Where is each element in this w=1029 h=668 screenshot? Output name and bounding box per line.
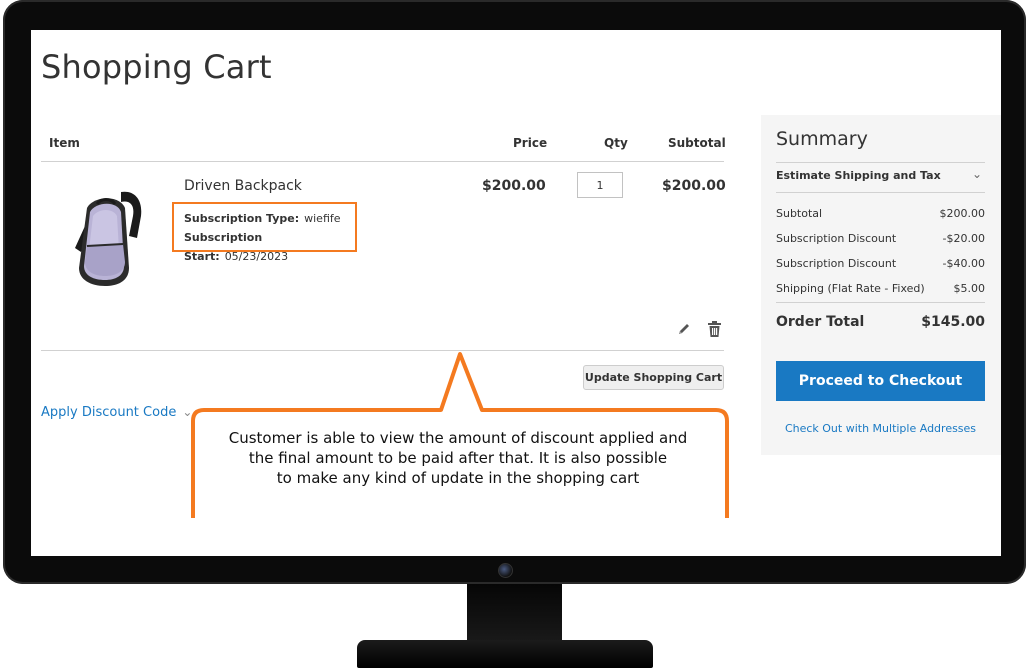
summary-row-label: Subscription Discount — [776, 232, 897, 245]
summary-row-amount: $200.00 — [939, 207, 986, 220]
summary-row-discount: Subscription Discount -$40.00 — [776, 257, 985, 270]
callout-text: Customer is able to view the amount of d… — [198, 428, 718, 488]
monitor-stand-neck — [467, 584, 562, 644]
summary-row-label: Shipping (Flat Rate - Fixed) — [776, 282, 925, 295]
callout-line: the final amount to be paid after that. … — [248, 449, 668, 467]
option-value: wiefife — [304, 212, 341, 225]
callout-line: to make any kind of update in the shoppi… — [276, 469, 640, 487]
multi-address-checkout-link[interactable]: Check Out with Multiple Addresses — [776, 422, 985, 435]
trash-icon[interactable] — [708, 321, 721, 337]
order-total-amount: $145.00 — [921, 314, 985, 330]
product-name-link[interactable]: Driven Backpack — [184, 178, 302, 194]
column-header-item: Item — [49, 136, 80, 150]
screen: Shopping Cart Item Price Qty Subtotal Dr… — [31, 30, 1001, 556]
summary-row-subtotal: Subtotal $200.00 — [776, 207, 985, 220]
column-header-subtotal: Subtotal — [668, 136, 726, 150]
summary-row-shipping: Shipping (Flat Rate - Fixed) $5.00 — [776, 282, 985, 295]
estimate-shipping-label: Estimate Shipping and Tax — [776, 169, 941, 182]
backpack-image[interactable] — [63, 186, 147, 290]
summary-divider — [776, 162, 985, 163]
webcam-icon — [498, 563, 513, 578]
pencil-icon[interactable] — [677, 322, 691, 336]
summary-divider — [776, 192, 985, 193]
column-header-price: Price — [513, 136, 548, 150]
monitor-stand-base — [357, 640, 653, 668]
header-divider — [41, 161, 724, 162]
page-title: Shopping Cart — [41, 48, 272, 86]
summary-row-amount: -$20.00 — [942, 232, 985, 245]
subscription-options: Subscription Type: wiefife Subscription S… — [172, 202, 357, 263]
option-subscription-type: Subscription Type: wiefife — [184, 209, 355, 228]
summary-row-label: Subscription Discount — [776, 257, 897, 270]
qty-input[interactable] — [577, 172, 623, 198]
summary-row-amount: $5.00 — [953, 282, 986, 295]
option-subscription-start: Subscription Start: 05/23/2023 — [184, 228, 355, 266]
apply-discount-label: Apply Discount Code — [41, 405, 177, 420]
summary-title: Summary — [776, 128, 868, 150]
order-total-label: Order Total — [776, 314, 865, 330]
callout-line: Customer is able to view the amount of d… — [228, 429, 688, 447]
option-label: Subscription Type: — [184, 212, 300, 225]
summary-panel: Summary Estimate Shipping and Tax ⌄ Subt… — [761, 115, 1001, 455]
apply-discount-toggle[interactable]: Apply Discount Code ⌄ — [41, 405, 192, 420]
item-subtotal: $200.00 — [662, 178, 726, 194]
chevron-down-icon: ⌄ — [971, 167, 982, 181]
summary-row-discount: Subscription Discount -$20.00 — [776, 232, 985, 245]
summary-divider — [776, 302, 985, 303]
option-value: 05/23/2023 — [224, 250, 289, 263]
summary-row-label: Subtotal — [776, 207, 823, 220]
proceed-to-checkout-button[interactable]: Proceed to Checkout — [776, 361, 985, 401]
item-price: $200.00 — [482, 178, 546, 194]
estimate-shipping-toggle[interactable]: Estimate Shipping and Tax ⌄ — [776, 167, 985, 182]
summary-row-amount: -$40.00 — [942, 257, 985, 270]
column-header-qty: Qty — [604, 136, 628, 150]
order-total: Order Total $145.00 — [776, 314, 985, 330]
